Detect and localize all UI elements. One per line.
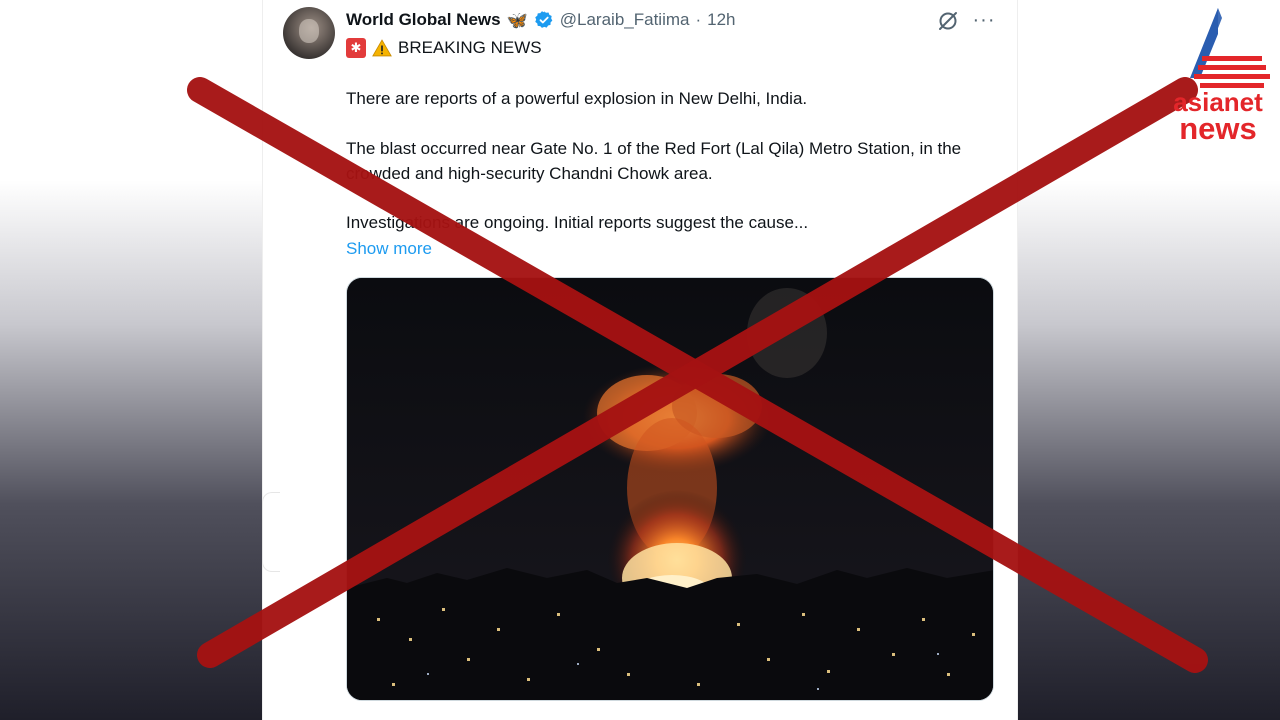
asianet-news-logo: asianet news (1160, 6, 1276, 146)
logo-text-line2: news (1179, 111, 1257, 146)
avatar[interactable] (283, 7, 335, 59)
media-image[interactable] (346, 277, 994, 701)
verified-badge-icon (535, 11, 553, 28)
author-handle[interactable]: @Laraib_Fatiima (560, 10, 690, 30)
headline-text: BREAKING NEWS (398, 38, 542, 57)
author-name[interactable]: World Global News (346, 10, 501, 30)
background-left-panel (0, 0, 262, 720)
tweet-paragraph-2: The blast occurred near Gate No. 1 of th… (346, 139, 962, 183)
side-tab-handle (262, 492, 280, 572)
explosion-photo (347, 278, 993, 700)
separator-dot: · (695, 10, 702, 29)
grok-icon[interactable] (936, 9, 960, 33)
tweet-paragraph-3: Investigations are ongoing. Initial repo… (346, 213, 809, 232)
warning-icon (372, 39, 392, 57)
headline-line: BREAKING NEWS (346, 36, 542, 60)
siren-icon (346, 38, 366, 58)
butterfly-icon: 🦋 (506, 10, 528, 30)
tweet-header: World Global News 🦋 @Laraib_Fatiima · 12… (346, 8, 736, 32)
post-time[interactable]: 12h (707, 10, 735, 30)
show-more-link[interactable]: Show more (346, 236, 432, 261)
tweet-paragraph-1: There are reports of a powerful explosio… (346, 89, 808, 108)
more-options-icon[interactable]: ··· (972, 9, 996, 33)
